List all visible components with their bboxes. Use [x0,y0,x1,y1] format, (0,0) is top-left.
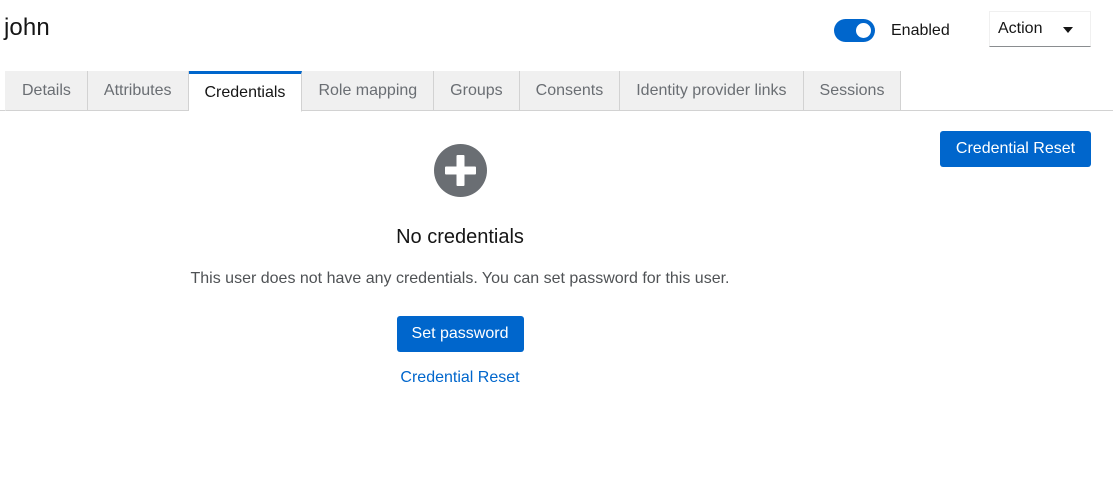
plus-circle-icon [433,144,487,197]
enabled-label: Enabled [891,21,950,39]
tab-sessions[interactable]: Sessions [803,71,902,111]
page-title: john [4,14,50,41]
set-password-button[interactable]: Set password [396,316,524,352]
enabled-toggle-group: Enabled [834,19,950,42]
credential-reset-link[interactable]: Credential Reset [400,369,519,387]
tab-consents[interactable]: Consents [519,71,621,111]
empty-state-body: This user does not have any credentials.… [190,270,730,287]
action-dropdown[interactable]: Action [989,11,1091,47]
empty-state-title: No credentials [396,226,524,248]
tab-identity-provider-links[interactable]: Identity provider links [620,71,804,111]
tab-groups[interactable]: Groups [434,71,520,111]
tab-role-mapping[interactable]: Role mapping [302,71,435,111]
action-dropdown-label: Action [998,20,1043,37]
tab-credentials[interactable]: Credentials [188,71,303,112]
tab-details[interactable]: Details [5,71,88,111]
enabled-toggle[interactable] [834,19,875,42]
toggle-knob [856,23,871,38]
tab-bar: Details Attributes Credentials Role mapp… [5,71,902,112]
caret-down-icon [1063,27,1073,33]
empty-state: No credentials This user does not have a… [160,144,760,387]
tab-attributes[interactable]: Attributes [87,71,189,111]
credential-reset-button[interactable]: Credential Reset [940,131,1091,167]
